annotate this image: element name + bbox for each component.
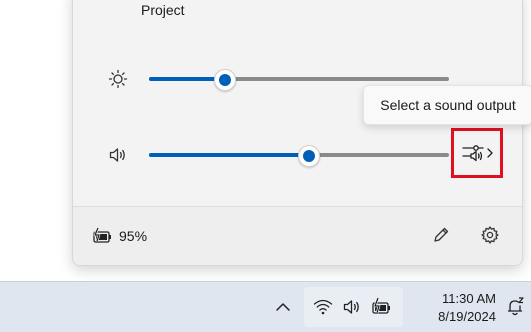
volume-slider-thumb[interactable] — [298, 145, 320, 167]
taskbar: 11:30 AM 8/19/2024 — [0, 281, 531, 332]
system-tray-quick-settings-button[interactable] — [304, 287, 403, 327]
quick-settings-panel: Project 95% — [72, 0, 523, 266]
brightness-slider[interactable] — [149, 69, 449, 91]
battery-charging-icon — [370, 297, 392, 317]
volume-slider[interactable] — [149, 145, 449, 167]
clock-date: 8/19/2024 — [438, 309, 496, 324]
battery-percent: 95% — [119, 228, 148, 244]
clock-button[interactable]: 11:30 AM 8/19/2024 — [410, 290, 496, 326]
notifications-button[interactable] — [503, 295, 527, 319]
pencil-icon — [431, 225, 451, 245]
chevron-up-icon — [275, 300, 291, 314]
settings-button[interactable] — [476, 221, 504, 249]
project-tile-label[interactable]: Project — [141, 2, 185, 18]
select-sound-output-button[interactable] — [451, 128, 503, 178]
notification-bell-icon — [504, 296, 526, 318]
clock-time: 11:30 AM — [442, 291, 496, 306]
brightness-slider-fill — [149, 77, 224, 81]
gear-icon — [480, 225, 500, 245]
edit-quick-settings-button[interactable] — [427, 221, 455, 249]
sound-output-icon — [461, 141, 497, 165]
speaker-icon[interactable] — [108, 145, 128, 165]
speaker-icon — [342, 298, 362, 316]
sound-output-tooltip: Select a sound output — [363, 85, 531, 125]
show-hidden-icons-button[interactable] — [271, 295, 295, 319]
volume-slider-fill — [149, 153, 308, 157]
brightness-slider-thumb[interactable] — [214, 69, 236, 91]
wifi-icon — [313, 298, 333, 316]
brightness-icon — [108, 69, 128, 89]
quick-settings-footer: 95% — [73, 206, 522, 265]
battery-charging-icon — [91, 227, 113, 245]
